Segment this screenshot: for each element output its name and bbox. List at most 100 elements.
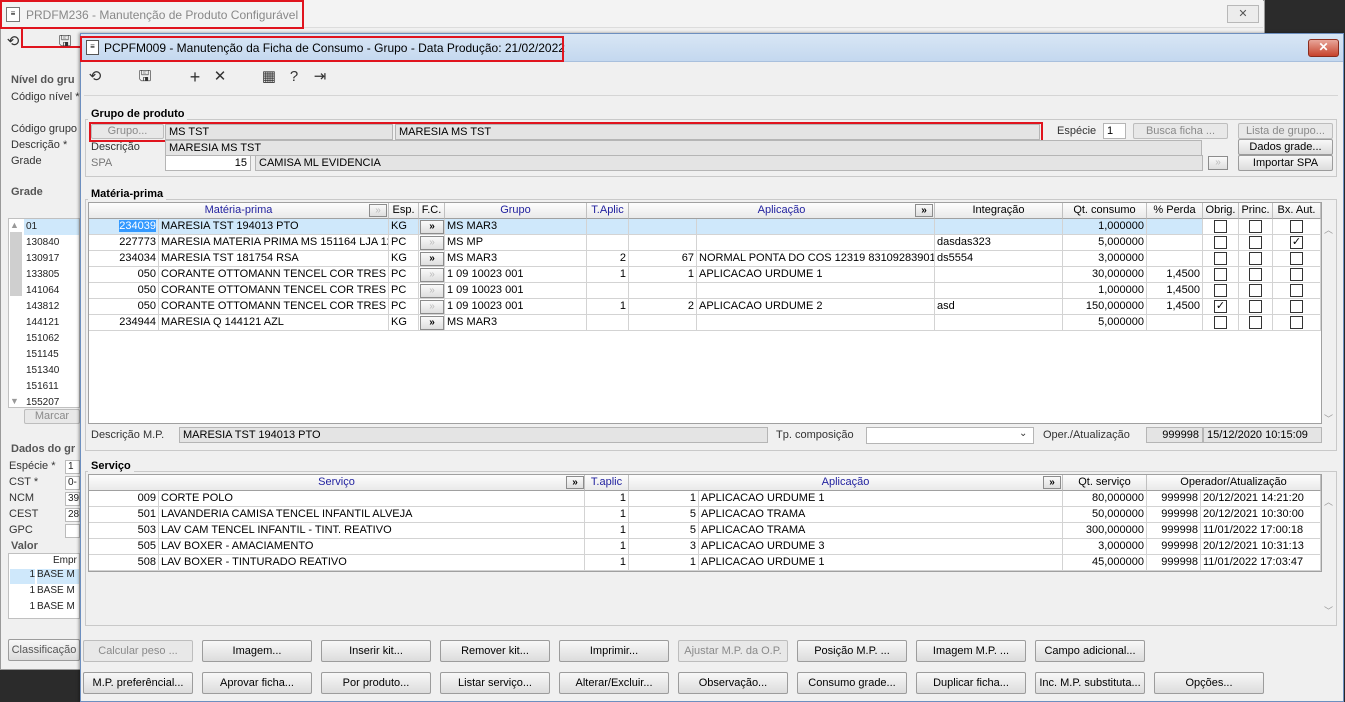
background-save-icon[interactable]: 🖫 bbox=[54, 32, 76, 52]
action-button[interactable]: Por produto... bbox=[321, 672, 431, 694]
checkbox-bx[interactable] bbox=[1290, 300, 1303, 313]
scroll-down-icon[interactable]: ▼ bbox=[10, 396, 19, 406]
header-princ[interactable]: Princ. bbox=[1239, 203, 1273, 219]
mp-cell-fc[interactable]: » bbox=[419, 299, 445, 315]
header-operador[interactable]: Operador/Atualização bbox=[1147, 475, 1321, 491]
checkbox-princ[interactable] bbox=[1249, 316, 1262, 329]
checkbox-bx[interactable] bbox=[1290, 316, 1303, 329]
header-aplicacao[interactable]: Aplicação bbox=[629, 203, 935, 219]
mp-cell-fc[interactable]: » bbox=[419, 283, 445, 299]
action-button[interactable]: Calcular peso ... bbox=[83, 640, 193, 662]
action-button[interactable]: M.P. preferêncial... bbox=[83, 672, 193, 694]
chevron-down-icon[interactable]: ⌄ bbox=[1019, 428, 1027, 439]
background-grade-item[interactable]: 133805 bbox=[24, 267, 79, 283]
action-button[interactable]: Imagem M.P. ... bbox=[916, 640, 1026, 662]
fc-expand-icon[interactable]: » bbox=[420, 268, 444, 282]
checkbox-princ[interactable] bbox=[1249, 300, 1262, 313]
mp-scroll-down-icon[interactable]: ﹀ bbox=[1324, 412, 1333, 425]
mp-cell-bx[interactable] bbox=[1273, 299, 1321, 315]
mp-cell-bx[interactable] bbox=[1273, 267, 1321, 283]
checkbox-obrig[interactable] bbox=[1214, 284, 1227, 297]
checkbox-princ[interactable] bbox=[1249, 284, 1262, 297]
checkbox-obrig[interactable] bbox=[1214, 252, 1227, 265]
mp-cell-fc[interactable]: » bbox=[419, 235, 445, 251]
background-grade-item[interactable]: 151340 bbox=[24, 363, 79, 379]
header-integracao[interactable]: Integração bbox=[935, 203, 1063, 219]
mp-cell-princ[interactable] bbox=[1239, 267, 1273, 283]
header-qt-servico[interactable]: Qt. serviço bbox=[1063, 475, 1147, 491]
mp-cell-bx[interactable] bbox=[1273, 315, 1321, 331]
background-cst-field[interactable]: 0- bbox=[65, 476, 80, 490]
checkbox-obrig[interactable] bbox=[1214, 316, 1227, 329]
tp-composicao-select[interactable] bbox=[866, 427, 1034, 444]
mp-cell-princ[interactable] bbox=[1239, 283, 1273, 299]
mp-cell-obrig[interactable]: ✓ bbox=[1203, 299, 1239, 315]
background-gpc-field[interactable] bbox=[65, 524, 80, 538]
checkbox-bx[interactable] bbox=[1290, 284, 1303, 297]
save-icon[interactable]: 🖫 bbox=[134, 67, 156, 87]
checkbox-princ[interactable] bbox=[1249, 236, 1262, 249]
mp-cell-obrig[interactable] bbox=[1203, 283, 1239, 299]
mp-cell-obrig[interactable] bbox=[1203, 315, 1239, 331]
header-servico[interactable]: Serviço bbox=[89, 475, 585, 491]
importar-spa-button[interactable]: Importar SPA bbox=[1238, 155, 1333, 171]
especie-field[interactable]: 1 bbox=[1103, 123, 1126, 139]
mp-cell-obrig[interactable] bbox=[1203, 251, 1239, 267]
mp-cell-princ[interactable] bbox=[1239, 315, 1273, 331]
action-button[interactable]: Observação... bbox=[678, 672, 788, 694]
header-bx-aut[interactable]: Bx. Aut. bbox=[1273, 203, 1321, 219]
srv-scroll-up-icon[interactable]: ︿ bbox=[1324, 495, 1333, 508]
scroll-up-icon[interactable]: ▲ bbox=[10, 220, 19, 230]
background-grade-item[interactable]: 01 bbox=[24, 219, 79, 235]
background-grade-item[interactable]: 151145 bbox=[24, 347, 79, 363]
action-button[interactable]: Inserir kit... bbox=[321, 640, 431, 662]
checkbox-bx[interactable] bbox=[1290, 268, 1303, 281]
mp-cell-fc[interactable]: » bbox=[419, 315, 445, 331]
action-button[interactable]: Campo adicional... bbox=[1035, 640, 1145, 662]
checkbox-obrig[interactable] bbox=[1214, 220, 1227, 233]
header-grupo[interactable]: Grupo bbox=[445, 203, 587, 219]
mp-cell-fc[interactable]: » bbox=[419, 267, 445, 283]
header-esp[interactable]: Esp. bbox=[389, 203, 419, 219]
checkbox-bx[interactable]: ✓ bbox=[1290, 236, 1303, 249]
background-grade-item[interactable]: 143812 bbox=[24, 299, 79, 315]
background-marcar-button[interactable]: Marcar bbox=[24, 409, 80, 424]
header-materia-prima[interactable]: Matéria-prima bbox=[89, 203, 389, 219]
action-button[interactable]: Aprovar ficha... bbox=[202, 672, 312, 694]
delete-icon[interactable]: ✕ bbox=[209, 67, 231, 87]
mp-cell-obrig[interactable] bbox=[1203, 235, 1239, 251]
background-cest-field[interactable]: 28 bbox=[65, 508, 80, 522]
mp-cell-fc[interactable]: » bbox=[419, 219, 445, 235]
background-grade-item[interactable]: 144121 bbox=[24, 315, 79, 331]
lista-grupo-button[interactable]: Lista de grupo... bbox=[1238, 123, 1333, 139]
exit-icon[interactable]: ⇥ bbox=[309, 67, 331, 87]
mp-cell-fc[interactable]: » bbox=[419, 251, 445, 267]
srv-scroll-down-icon[interactable]: ﹀ bbox=[1324, 604, 1333, 617]
background-grade-item[interactable]: 151062 bbox=[24, 331, 79, 347]
header-servico-taplic[interactable]: T.aplic bbox=[585, 475, 629, 491]
action-button[interactable]: Alterar/Excluir... bbox=[559, 672, 669, 694]
dialog-close-button[interactable]: ✕ bbox=[1308, 39, 1339, 57]
checkbox-princ[interactable] bbox=[1249, 252, 1262, 265]
background-classificacao-button[interactable]: Classificação bbox=[8, 639, 80, 661]
spa-field[interactable]: 15 bbox=[165, 155, 251, 171]
checkbox-princ[interactable] bbox=[1249, 220, 1262, 233]
mp-cell-bx[interactable] bbox=[1273, 283, 1321, 299]
mp-cell-obrig[interactable] bbox=[1203, 219, 1239, 235]
checkbox-bx[interactable] bbox=[1290, 220, 1303, 233]
action-button[interactable]: Listar serviço... bbox=[440, 672, 550, 694]
background-scrollbar-thumb[interactable] bbox=[10, 232, 22, 296]
action-button[interactable]: Duplicar ficha... bbox=[916, 672, 1026, 694]
action-button[interactable]: Inc. M.P. substituta... bbox=[1035, 672, 1145, 694]
servico-expand-icon[interactable]: » bbox=[566, 476, 584, 489]
spa-expand-button[interactable]: » bbox=[1208, 156, 1228, 170]
background-undo-icon[interactable]: ⟲ bbox=[2, 32, 24, 52]
calendar-icon[interactable]: ▦ bbox=[258, 67, 280, 87]
add-icon[interactable]: + bbox=[184, 67, 206, 87]
busca-ficha-button[interactable]: Busca ficha ... bbox=[1133, 123, 1228, 139]
mp-expand-icon[interactable]: » bbox=[369, 204, 387, 217]
checkbox-obrig[interactable] bbox=[1214, 236, 1227, 249]
checkbox-bx[interactable] bbox=[1290, 252, 1303, 265]
action-button[interactable]: Imprimir... bbox=[559, 640, 669, 662]
background-grade-item[interactable]: 130840 bbox=[24, 235, 79, 251]
